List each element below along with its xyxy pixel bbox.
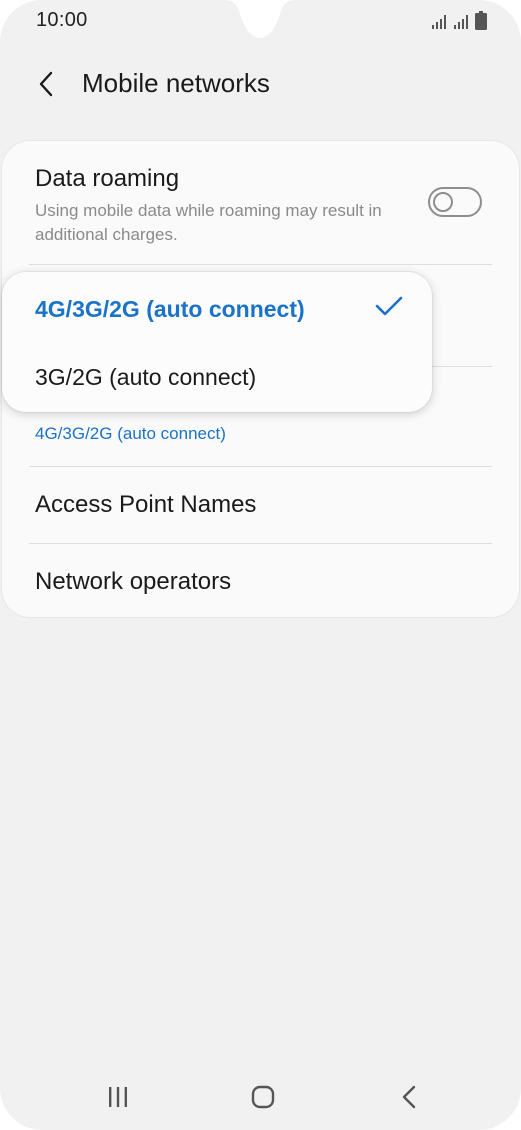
popup-option-4g-3g-2g[interactable]: 4G/3G/2G (auto connect) <box>2 274 432 344</box>
toggle-knob <box>433 192 453 212</box>
access-point-names-title: Access Point Names <box>35 491 257 518</box>
network-operators-row[interactable]: Network operators <box>2 544 519 616</box>
app-header: Mobile networks <box>0 56 521 112</box>
network-operators-title: Network operators <box>35 568 232 595</box>
signal-icon <box>454 15 468 29</box>
data-roaming-row[interactable]: Data roaming Using mobile data while roa… <box>2 141 519 265</box>
data-roaming-toggle[interactable] <box>428 187 482 217</box>
status-time: 10:00 <box>36 9 88 31</box>
navigation-bar <box>0 1064 521 1130</box>
recent-apps-button[interactable] <box>98 1080 138 1114</box>
phone-screen: 10:00 Mobile networks Data roaming Using… <box>0 0 521 1130</box>
home-icon <box>251 1085 275 1109</box>
home-button[interactable] <box>243 1080 283 1114</box>
nav-back-button[interactable] <box>389 1080 429 1114</box>
battery-icon <box>475 11 487 30</box>
recent-apps-icon <box>109 1087 127 1107</box>
status-icons <box>431 10 487 30</box>
popup-option-label: 3G/2G (auto connect) <box>35 364 257 390</box>
popup-option-label: 4G/3G/2G (auto connect) <box>35 296 305 322</box>
data-roaming-title: Data roaming <box>35 165 180 192</box>
network-mode-popup: 4G/3G/2G (auto connect) 3G/2G (auto conn… <box>2 272 432 412</box>
back-button[interactable] <box>28 66 64 102</box>
page-title: Mobile networks <box>82 68 270 98</box>
access-point-names-row[interactable]: Access Point Names <box>2 467 519 543</box>
back-icon <box>402 1085 416 1109</box>
back-arrow-icon <box>39 71 53 97</box>
checkmark-icon <box>375 296 403 316</box>
data-roaming-subtitle: Using mobile data while roaming may resu… <box>35 201 382 244</box>
network-mode-value: 4G/3G/2G (auto connect) <box>35 424 226 443</box>
signal-icon <box>432 15 446 29</box>
camera-notch <box>226 0 294 38</box>
popup-option-3g-2g[interactable]: 3G/2G (auto connect) <box>2 344 432 414</box>
